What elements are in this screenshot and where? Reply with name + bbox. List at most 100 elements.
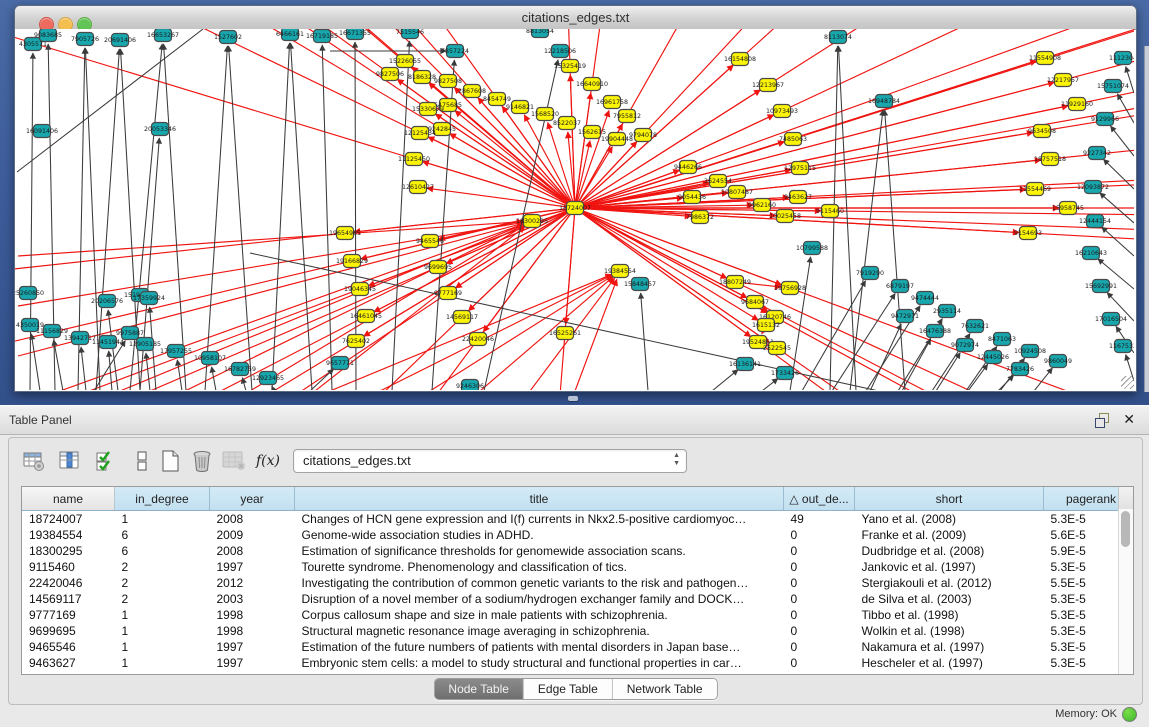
tab-edge-table[interactable]: Edge Table <box>524 679 613 699</box>
graph-node-label: 18724007 <box>559 205 591 212</box>
table-row[interactable]: 946362711997Embryonic stem cells: a mode… <box>22 655 1134 671</box>
table-cell: Franke et al. (2009) <box>855 527 1044 543</box>
table-row[interactable]: 1830029562008Estimation of significance … <box>22 543 1134 559</box>
window-resize-grip[interactable] <box>1121 376 1134 389</box>
node-table: namein_degreeyeartitle△ out_de...shortpa… <box>21 486 1134 675</box>
status-bar: Memory: OK <box>929 701 1149 727</box>
table-row[interactable]: 977716911998Corpus callosum shape and si… <box>22 607 1134 623</box>
cytoscape-desktop: citations_edges.txt 18724007183002951938… <box>0 0 1149 405</box>
network-window-title: citations_edges.txt <box>15 10 1136 25</box>
table-type-tabs: Node TableEdge TableNetwork Table <box>433 678 717 700</box>
graph-node-label: 16948784 <box>868 98 900 105</box>
graph-edge <box>31 334 40 390</box>
table-toolbar: f(x) citations_edges.txt ▲▼ <box>15 446 1148 476</box>
close-panel-icon[interactable]: ✕ <box>1123 411 1135 428</box>
scrollbar-thumb[interactable] <box>1121 511 1130 547</box>
table-row[interactable]: 946554611997Estimation of the future num… <box>22 639 1134 655</box>
graph-node-label: 17957255 <box>160 348 192 355</box>
table-cell: 2 <box>115 591 210 607</box>
graph-node-label: 12217957 <box>1047 77 1079 84</box>
table-cell: Tourette syndrome. Phenomenology and cla… <box>295 559 784 575</box>
function-builder-icon[interactable]: f(x) <box>255 448 281 474</box>
graph-edge <box>575 208 1134 265</box>
graph-node-label: 1167533 <box>1109 343 1134 350</box>
table-cell: Yano et al. (2008) <box>855 511 1044 528</box>
column-header-in_degree[interactable]: in_degree <box>115 487 210 511</box>
graph-node-label: 11451944 <box>92 339 124 346</box>
graph-node-label: 20691406 <box>104 37 136 44</box>
table-cell: 2012 <box>210 575 295 591</box>
graph-node-label: 9146821 <box>506 104 534 111</box>
graph-node-label: 9474444 <box>911 295 939 302</box>
network-table-selector[interactable]: citations_edges.txt ▲▼ <box>293 449 687 473</box>
graph-edge <box>712 370 738 390</box>
table-cell: Estimation of the future numbers of pati… <box>295 639 784 655</box>
graph-node-label: 11554469 <box>1019 186 1051 193</box>
graph-node-label: 11125450 <box>398 156 430 163</box>
table-row[interactable]: 969969511998Structural magnetic resonanc… <box>22 623 1134 639</box>
table-cell: 0 <box>784 655 855 671</box>
table-cell: 0 <box>784 575 855 591</box>
graph-edge <box>575 208 1134 291</box>
delete-rows-icon[interactable] <box>189 448 215 474</box>
table-cell: 0 <box>784 543 855 559</box>
graph-node-label: 16640910 <box>576 81 608 88</box>
column-header-name[interactable]: name <box>22 487 115 511</box>
graph-node-label: 3624554 <box>704 178 732 185</box>
network-window-titlebar[interactable]: citations_edges.txt <box>15 6 1136 30</box>
table-vertical-scrollbar[interactable] <box>1118 509 1133 674</box>
tab-network-table[interactable]: Network Table <box>613 679 717 699</box>
select-all-rows-icon[interactable] <box>93 448 119 474</box>
table-row[interactable]: 911546021997Tourette syndrome. Phenomeno… <box>22 559 1134 575</box>
select-columns-icon[interactable] <box>57 448 83 474</box>
float-window-icon[interactable] <box>1095 413 1109 427</box>
graph-edge <box>108 310 118 390</box>
combo-stepper-icon: ▲▼ <box>673 452 680 468</box>
graph-edge <box>17 29 203 172</box>
network-canvas: 1872400718300295193845541522605598275068… <box>15 29 1134 390</box>
graph-node-label: 16210643 <box>1075 250 1107 257</box>
graph-node-label: 12218506 <box>544 48 576 55</box>
table-row[interactable]: 1938455462009Genome-wide association stu… <box>22 527 1134 543</box>
table-cell: Corpus callosum shape and size in male p… <box>295 607 784 623</box>
table-row[interactable]: 1872400712008Changes of HCN gene express… <box>22 511 1134 528</box>
new-table-icon[interactable] <box>157 448 183 474</box>
column-header-out_de[interactable]: △ out_de... <box>784 487 855 511</box>
graph-edge <box>229 46 252 390</box>
graph-node-label: 4305571 <box>19 41 47 48</box>
network-window[interactable]: citations_edges.txt 18724007183002951938… <box>14 5 1137 392</box>
column-header-year[interactable]: year <box>210 487 295 511</box>
graph-node-label: 9794078 <box>629 132 657 139</box>
graph-node-label: 9446266 <box>674 164 702 171</box>
table-settings-icon[interactable] <box>21 448 47 474</box>
table-row[interactable]: 1456911722003Disruption of a novel membe… <box>22 591 1134 607</box>
graph-node-label: 15330679 <box>412 106 444 113</box>
column-header-short[interactable]: short <box>855 487 1044 511</box>
graph-edge <box>641 293 648 390</box>
graph-node-label: 1615132 <box>752 322 780 329</box>
graph-node-label: 16671355 <box>339 30 371 37</box>
graph-edge <box>205 46 227 390</box>
table-cell: 14569117 <box>22 591 115 607</box>
table-cell: 9115460 <box>22 559 115 575</box>
network-view-canvas[interactable]: 1872400718300295193845541522605598275068… <box>15 29 1134 390</box>
node-table-grid: namein_degreeyeartitle△ out_de...shortpa… <box>22 487 1134 671</box>
table-cell: Wolkin et al. (1998) <box>855 623 1044 639</box>
graph-node-label: 9962160 <box>748 202 776 209</box>
graph-node-label: 16782759 <box>224 366 256 373</box>
memory-ok-indicator[interactable] <box>1122 707 1137 722</box>
tab-node-table[interactable]: Node Table <box>434 679 524 699</box>
table-row[interactable]: 2242004622012Investigating the contribut… <box>22 575 1134 591</box>
graph-node-label: 16154808 <box>724 56 756 63</box>
column-header-title[interactable]: title <box>295 487 784 511</box>
graph-edge <box>998 375 1014 390</box>
graph-node-label: 16091406 <box>26 128 58 135</box>
row-height-icon[interactable] <box>129 448 155 474</box>
graph-node-label: 9860049 <box>1044 358 1072 365</box>
table-cell: 0 <box>784 559 855 575</box>
graph-node-label: 11156829 <box>36 328 68 335</box>
table-cell: 1997 <box>210 639 295 655</box>
table-panel-header: Table Panel ✕ <box>0 405 1149 435</box>
panel-splitter-handle[interactable] <box>568 396 578 401</box>
graph-node-label: 15226055 <box>389 58 421 65</box>
